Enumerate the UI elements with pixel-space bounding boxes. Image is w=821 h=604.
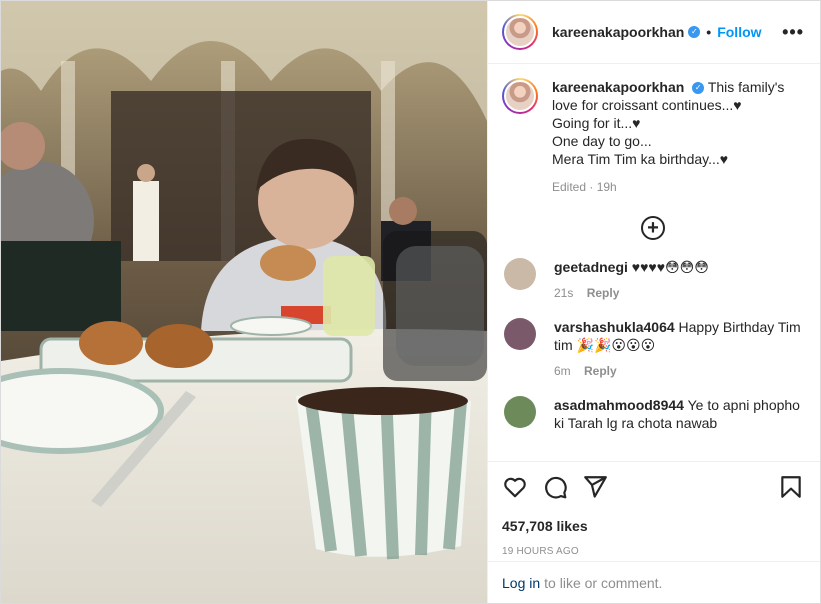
commenter-username[interactable]: varshashukla4064	[554, 319, 675, 335]
caption-text: kareenakapoorkhan ✓ This family's love f…	[552, 78, 784, 196]
instagram-post: kareenakapoorkhan ✓ • Follow ••• kareena…	[0, 0, 821, 604]
share-icon[interactable]	[582, 474, 608, 500]
action-icons	[502, 474, 804, 500]
commenter-username[interactable]: asadmahmood8944	[554, 397, 684, 413]
caption-meta: Edited · 19h	[552, 180, 617, 194]
caption-line-4: Mera Tim Tim ka birthday...♥	[552, 151, 729, 167]
separator-dot: •	[706, 24, 712, 40]
reply-button[interactable]: Reply	[587, 286, 620, 300]
caption-avatar[interactable]	[502, 78, 538, 114]
commenter-username[interactable]: geetadnegi	[554, 259, 628, 275]
comment-body: asadmahmood8944 Ye to apni phopho ki Tar…	[554, 396, 804, 432]
comment-item: geetadnegi ♥♥♥♥😳😳😳 21s Reply	[502, 258, 804, 302]
caption-line-2: Going for it...♥	[552, 115, 641, 131]
comment-icon[interactable]	[542, 474, 568, 500]
follow-button[interactable]: Follow	[717, 24, 761, 40]
comment-meta: 21s Reply	[554, 284, 709, 302]
caption: kareenakapoorkhan ✓ This family's love f…	[502, 78, 804, 196]
post-photo[interactable]	[1, 1, 487, 603]
caption-username[interactable]: kareenakapoorkhan	[552, 79, 684, 95]
login-link[interactable]: Log in	[502, 575, 540, 591]
comment-item: asadmahmood8944 Ye to apni phopho ki Tar…	[502, 396, 804, 432]
load-more: +	[502, 216, 804, 240]
comment-time: 21s	[554, 286, 574, 300]
commenter-avatar[interactable]	[504, 318, 536, 350]
commenter-avatar[interactable]	[504, 396, 536, 428]
commenter-avatar[interactable]	[504, 258, 536, 290]
avatar-image	[504, 80, 536, 112]
post-header: kareenakapoorkhan ✓ • Follow •••	[488, 1, 820, 64]
post-timestamp[interactable]: 19 HOURS AGO	[502, 546, 804, 557]
likes-count[interactable]: 457,708 likes	[502, 518, 804, 534]
comment-body: geetadnegi ♥♥♥♥😳😳😳 21s Reply	[554, 258, 709, 302]
reply-button[interactable]: Reply	[584, 364, 617, 378]
avatar-image	[504, 16, 536, 48]
comment-item: varshashukla4064 Happy Birthday Tim tim …	[502, 318, 804, 380]
caption-line-1: love for croissant continues...♥	[552, 97, 742, 113]
bookmark-icon[interactable]	[778, 474, 804, 500]
verified-badge-icon: ✓	[692, 82, 705, 95]
heart-icon[interactable]	[502, 474, 528, 500]
comments-section[interactable]: kareenakapoorkhan ✓ This family's love f…	[488, 64, 820, 461]
author-username[interactable]: kareenakapoorkhan	[552, 24, 684, 40]
breakfast-photo	[1, 1, 487, 603]
login-rest: to like or comment.	[544, 574, 663, 591]
comment-meta: 6m Reply	[554, 362, 804, 380]
load-more-comments-icon[interactable]: +	[641, 216, 665, 240]
author-avatar[interactable]	[502, 14, 538, 50]
post-side-panel: kareenakapoorkhan ✓ • Follow ••• kareena…	[487, 1, 820, 603]
verified-badge-icon: ✓	[688, 26, 701, 38]
login-prompt: Log in to like or comment.	[488, 561, 820, 603]
caption-line-3: One day to go...	[552, 133, 652, 149]
caption-line-0: This family's	[707, 79, 785, 95]
post-actions: 457,708 likes 19 HOURS AGO	[488, 461, 820, 561]
comment-body: varshashukla4064 Happy Birthday Tim tim …	[554, 318, 804, 380]
comment-time: 6m	[554, 364, 571, 378]
more-options-icon[interactable]: •••	[782, 22, 804, 43]
comment-text: ♥♥♥♥😳😳😳	[631, 259, 709, 275]
